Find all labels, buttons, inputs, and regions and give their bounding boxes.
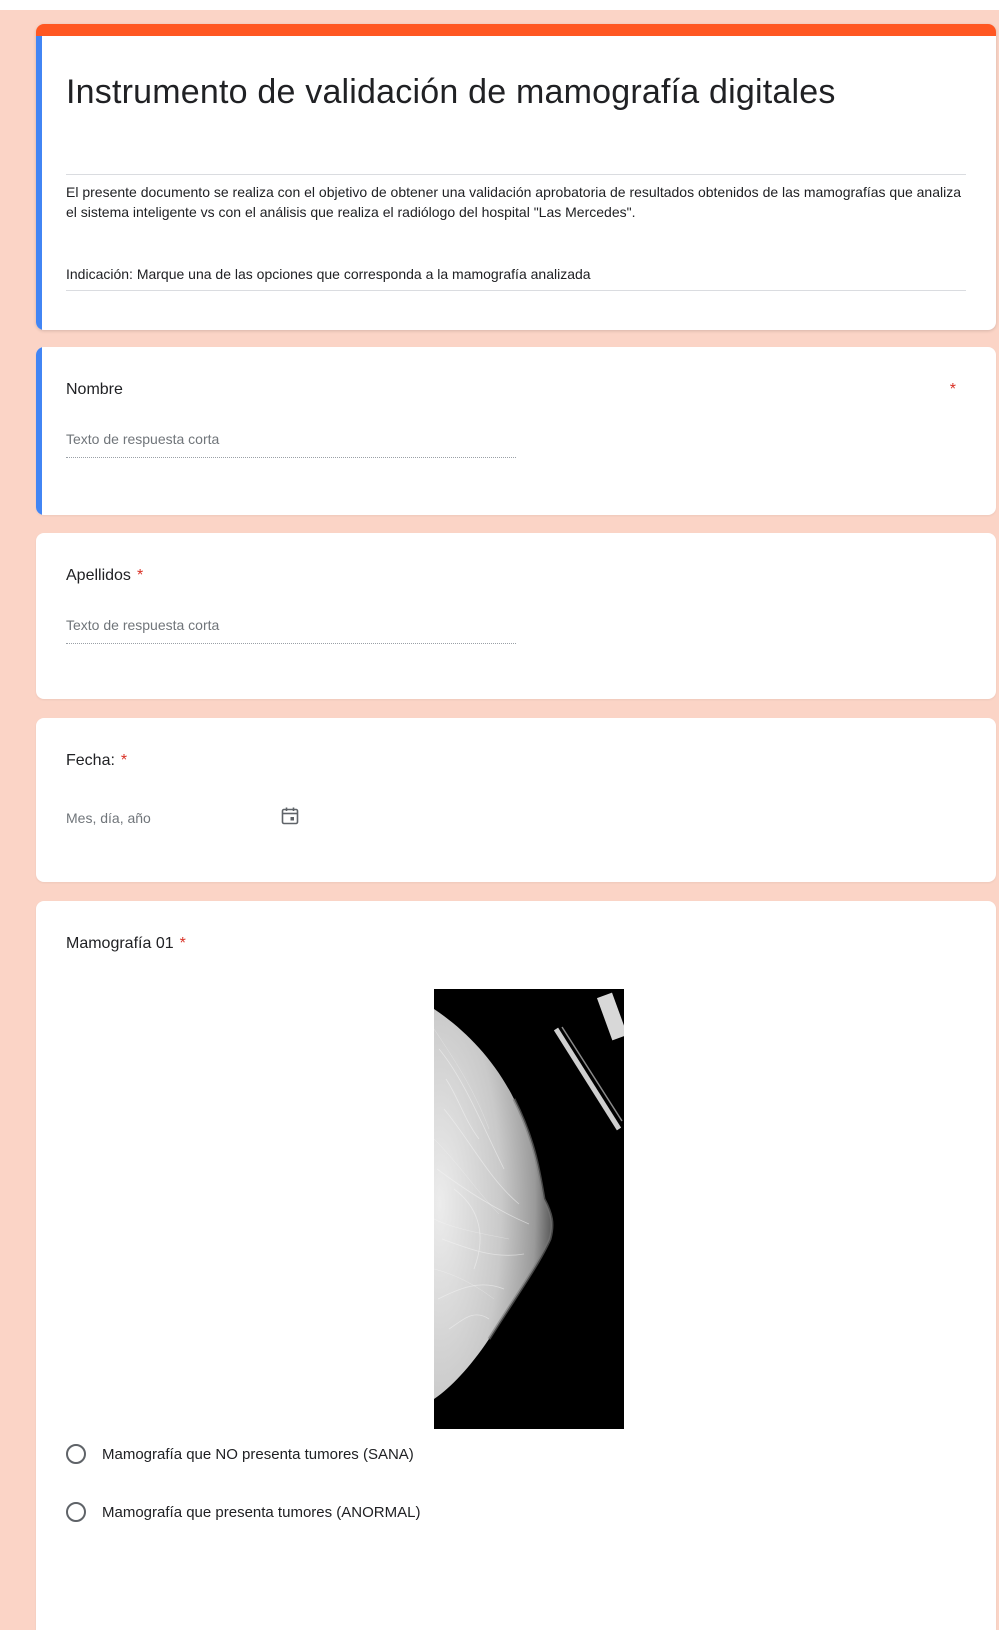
required-asterisk: * bbox=[949, 381, 956, 398]
question-label-fecha: Fecha: * bbox=[66, 752, 127, 770]
question-label-text: Mamografía 01 bbox=[66, 935, 174, 952]
nombre-input[interactable]: Texto de respuesta corta bbox=[66, 431, 516, 458]
question-label-apellidos: Apellidos * bbox=[66, 567, 143, 585]
question-card-apellidos[interactable]: Apellidos * Texto de respuesta corta bbox=[36, 533, 996, 699]
mammogram-graphic bbox=[434, 989, 624, 1429]
radio-option-label: Mamografía que presenta tumores (ANORMAL… bbox=[102, 1503, 421, 1521]
question-card-mamografia-01[interactable]: Mamografía 01 * Mamografía que NO presen… bbox=[36, 901, 996, 1630]
required-asterisk: * bbox=[120, 752, 128, 769]
apellidos-input[interactable]: Texto de respuesta corta bbox=[66, 617, 516, 644]
form-indication: Indicación: Marque una de las opciones q… bbox=[66, 264, 966, 291]
page-top-strip bbox=[0, 0, 999, 10]
form-description: El presente documento se realiza con el … bbox=[66, 184, 962, 220]
calendar-icon[interactable] bbox=[280, 806, 300, 826]
radio-option-label: Mamografía que NO presenta tumores (SANA… bbox=[102, 1445, 414, 1463]
question-label-mamografia: Mamografía 01 * bbox=[66, 935, 186, 953]
title-divider bbox=[66, 174, 966, 175]
form-title: Instrumento de validación de mamografía … bbox=[66, 73, 836, 111]
date-input[interactable]: Mes, día, año bbox=[66, 810, 151, 826]
radio-option-anormal[interactable]: Mamografía que presenta tumores (ANORMAL… bbox=[66, 1499, 420, 1525]
question-card-nombre[interactable]: Nombre * Texto de respuesta corta bbox=[36, 347, 996, 515]
required-asterisk: * bbox=[136, 567, 144, 584]
question-card-fecha[interactable]: Fecha: * Mes, día, año bbox=[36, 718, 996, 882]
radio-option-sana[interactable]: Mamografía que NO presenta tumores (SANA… bbox=[66, 1441, 414, 1467]
question-label-text: Apellidos bbox=[66, 567, 131, 584]
question-label-nombre: Nombre bbox=[66, 381, 123, 398]
mammogram-image bbox=[434, 989, 624, 1429]
radio-button[interactable] bbox=[66, 1444, 86, 1464]
radio-button[interactable] bbox=[66, 1502, 86, 1522]
header-active-accent bbox=[36, 36, 42, 330]
question-label-text: Fecha: bbox=[66, 752, 115, 769]
required-asterisk: * bbox=[179, 935, 186, 952]
form-header-card: Instrumento de validación de mamografía … bbox=[36, 24, 996, 330]
question-active-accent bbox=[36, 347, 42, 515]
